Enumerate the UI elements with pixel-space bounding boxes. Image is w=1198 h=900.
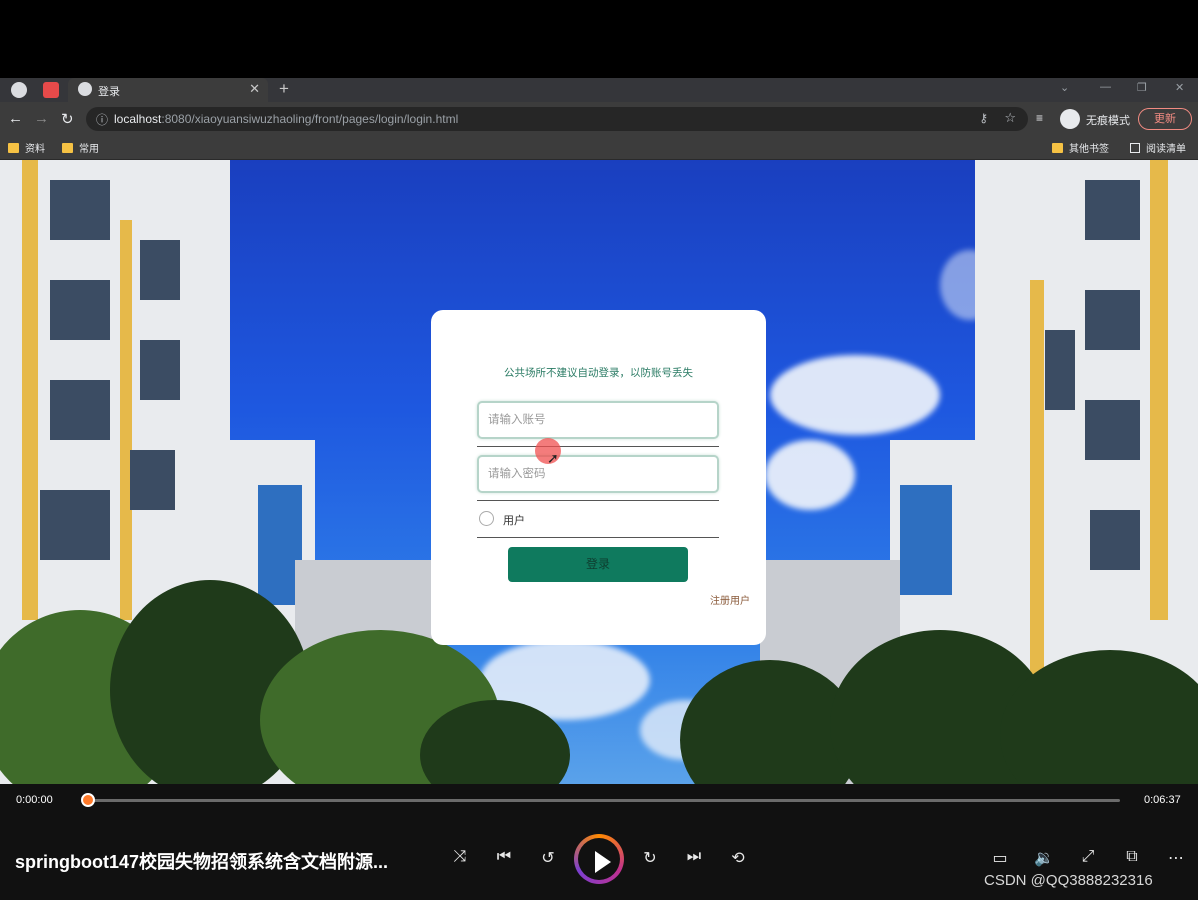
top-letterbox [0, 0, 1198, 78]
building-window [1090, 510, 1140, 570]
minimize-icon[interactable]: — [1100, 81, 1111, 93]
bookmark-folder-ziliao[interactable]: 资料 [8, 140, 45, 155]
divider [477, 446, 719, 447]
star-icon[interactable]: ☆ [1004, 110, 1016, 126]
account-field[interactable] [477, 401, 719, 439]
login-notice: 公共场所不建议自动登录，以防账号丢失 [504, 367, 693, 379]
play-button[interactable] [574, 834, 624, 884]
building-window [50, 180, 110, 240]
browser-tab-bar: 登录 ✕ + ⌄ — ❐ ✕ [0, 78, 1198, 102]
video-player-controls: 0:00:00 0:06:37 springboot147校园失物招领系统含文档… [0, 784, 1198, 900]
tab-title: 登录 [98, 86, 120, 98]
watermark: CSDN @QQ3888232316 [984, 872, 1153, 889]
building-stripe [22, 160, 38, 620]
playlist-icon[interactable]: ≡ [1036, 111, 1043, 125]
building-window [1045, 330, 1075, 410]
previous-icon[interactable]: ⏮ [493, 848, 515, 866]
building-window [50, 280, 110, 340]
fullscreen-icon[interactable]: ⤢ [1077, 848, 1099, 866]
repeat-off-icon[interactable]: ⟲ [727, 848, 749, 868]
chevron-down-icon[interactable]: ⌄ [1060, 81, 1069, 94]
building-window [1085, 400, 1140, 460]
folder-icon [1052, 143, 1063, 153]
bookmark-label: 常用 [79, 144, 99, 155]
reload-icon[interactable]: ↻ [61, 110, 74, 128]
url-text[interactable]: localhost:8080/xiaoyuansiwuzhaoling/fron… [114, 112, 458, 126]
reading-list-icon [1130, 143, 1140, 153]
cloud [765, 440, 855, 510]
more-options-icon[interactable]: ⋯ [1165, 848, 1187, 868]
info-icon[interactable]: ⓘ [96, 111, 108, 128]
building-window [1085, 290, 1140, 350]
bookmark-folder-changyong[interactable]: 常用 [62, 140, 99, 155]
seek-bar[interactable] [88, 799, 1120, 802]
new-tab-icon[interactable]: + [279, 79, 289, 99]
building-window [40, 490, 110, 560]
url-path: :8080/xiaoyuansiwuzhaoling/front/pages/l… [161, 112, 459, 126]
divider [477, 537, 719, 538]
role-radio[interactable] [479, 511, 494, 526]
divider [477, 500, 719, 501]
page-viewport: 公共场所不建议自动登录，以防账号丢失 用户 登录 注册用户 ➚ [0, 160, 1198, 784]
reading-list-label: 阅读清单 [1146, 144, 1186, 155]
current-time: 0:00:00 [16, 794, 53, 806]
building-window [140, 340, 180, 400]
building-window [140, 240, 180, 300]
building-stripe [1150, 160, 1168, 620]
play-icon [595, 851, 611, 873]
folder-icon [62, 143, 73, 153]
tab-login[interactable]: 登录 ✕ [68, 78, 268, 102]
building-stripe [120, 220, 132, 620]
other-bookmarks-label: 其他书签 [1069, 144, 1109, 155]
bookmarks-bar: 资料 常用 其他书签 阅读清单 [0, 136, 1198, 160]
building-window [1085, 180, 1140, 240]
reading-list[interactable]: 阅读清单 [1130, 140, 1186, 155]
login-card: 公共场所不建议自动登录，以防账号丢失 用户 登录 注册用户 [431, 310, 766, 645]
register-link[interactable]: 注册用户 [710, 592, 750, 607]
volume-icon[interactable]: 🔉 [1033, 848, 1055, 868]
other-bookmarks[interactable]: 其他书签 [1052, 140, 1109, 155]
building-window [900, 485, 952, 595]
window-close-icon[interactable]: ✕ [1175, 81, 1184, 94]
incognito-avatar-icon[interactable] [1060, 109, 1080, 129]
forward-30-icon[interactable]: ↻ [639, 848, 661, 868]
building-window [50, 380, 110, 440]
globe-icon[interactable] [11, 82, 27, 98]
incognito-label[interactable]: 无痕模式 [1086, 112, 1130, 128]
seek-handle[interactable] [81, 793, 95, 807]
update-button[interactable]: 更新 [1138, 108, 1192, 130]
building-stripe [1030, 280, 1044, 680]
play-button-inner [578, 838, 620, 880]
rewind-10-icon[interactable]: ↺ [537, 848, 559, 868]
restore-icon[interactable]: ❐ [1137, 81, 1147, 94]
app-tab-icon[interactable] [43, 82, 59, 98]
password-input[interactable] [479, 457, 717, 491]
url-host: localhost [114, 112, 162, 126]
close-icon[interactable]: ✕ [249, 81, 260, 97]
building-window [130, 450, 175, 510]
account-input[interactable] [479, 403, 717, 437]
total-time: 0:06:37 [1144, 794, 1181, 806]
shuffle-icon[interactable]: ⤨ [449, 848, 471, 866]
globe-icon [78, 82, 92, 96]
role-label[interactable]: 用户 [503, 512, 525, 528]
back-icon[interactable]: ← [8, 110, 23, 127]
bookmark-label: 资料 [25, 144, 45, 155]
address-bar[interactable]: ⓘ localhost:8080/xiaoyuansiwuzhaoling/fr… [86, 107, 1028, 131]
folder-icon [8, 143, 19, 153]
login-button[interactable]: 登录 [508, 547, 688, 582]
mouse-cursor-icon: ➚ [547, 450, 559, 466]
cloud [770, 355, 940, 435]
browser-toolbar: ← → ↻ ⓘ localhost:8080/xiaoyuansiwuzhaol… [0, 102, 1198, 136]
video-title: springboot147校园失物招领系统含文档附源... [15, 852, 389, 872]
mini-player-icon[interactable]: ⧉ [1121, 848, 1143, 866]
captions-icon[interactable]: ▭ [989, 848, 1011, 868]
key-icon[interactable]: ⚷ [979, 111, 988, 125]
next-icon[interactable]: ⏭ [683, 848, 705, 866]
password-field[interactable] [477, 455, 719, 493]
forward-icon[interactable]: → [34, 110, 49, 127]
